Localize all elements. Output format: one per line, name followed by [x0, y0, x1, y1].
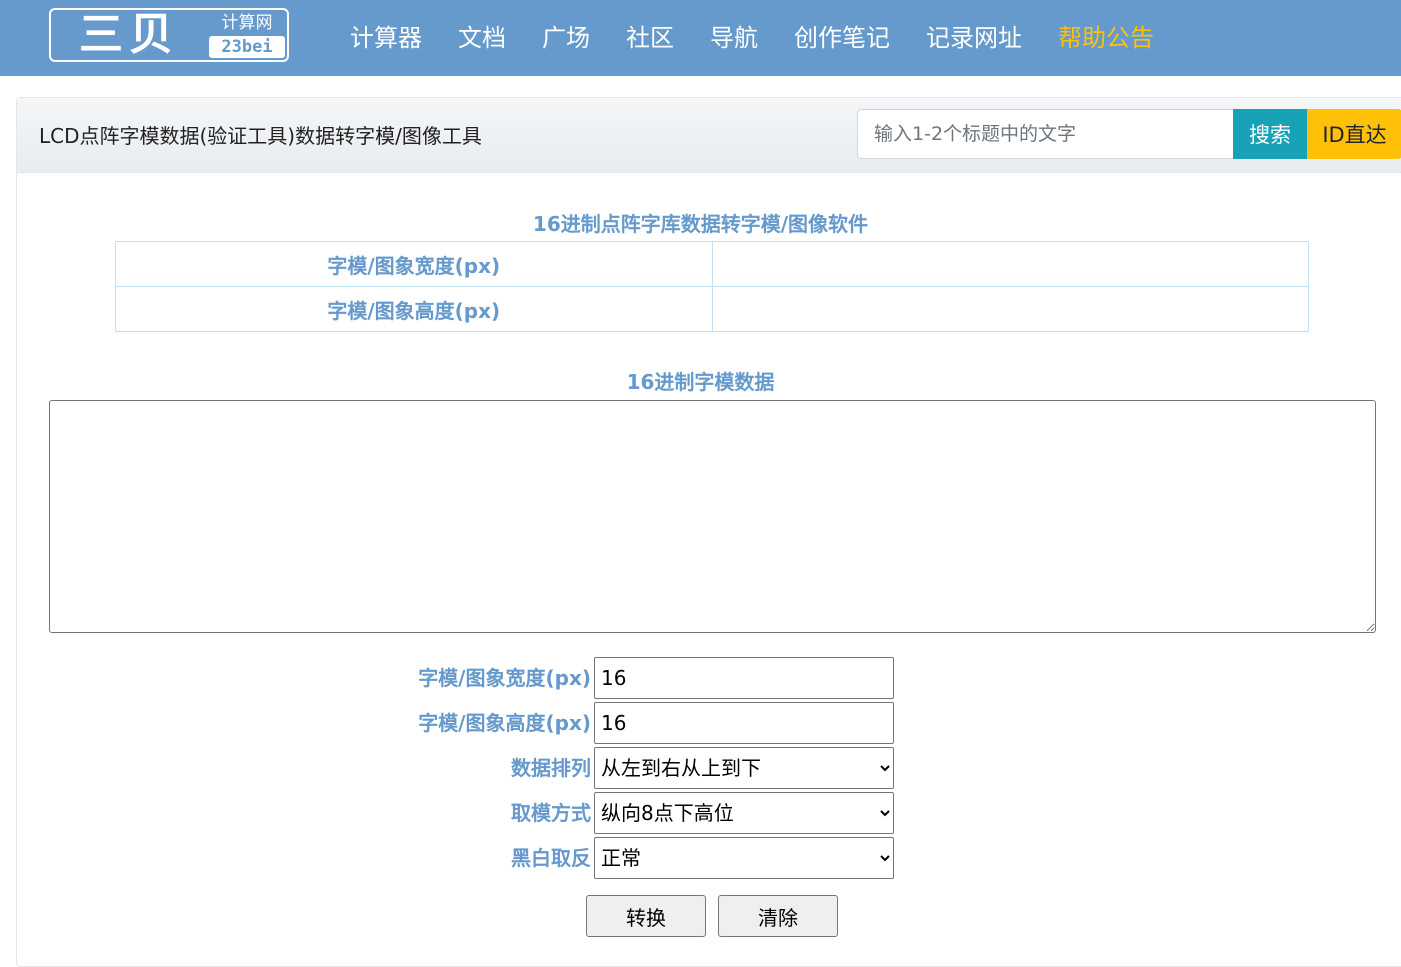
card-header: LCD点阵字模数据(验证工具)数据转字模/图像工具 搜索 ID直达 [17, 98, 1401, 173]
convert-button[interactable]: 转换 [586, 895, 706, 937]
info-width-value [711, 241, 1309, 287]
site-logo[interactable]: 三贝 计算网 23bei [49, 8, 289, 62]
nav-item-notes[interactable]: 创作笔记 [776, 0, 908, 76]
width-input[interactable] [594, 657, 894, 699]
height-input[interactable] [594, 702, 894, 744]
width-label: 字模/图象宽度(px) [418, 666, 591, 690]
nav-item-help[interactable]: 帮助公告 [1040, 0, 1172, 76]
search-input[interactable] [857, 109, 1233, 159]
info-table: 字模/图象宽度(px) 字模/图象高度(px) [115, 241, 1309, 332]
logo-top-text: 计算网 [221, 13, 273, 33]
form-row-mode: 取模方式 纵向8点下高位 [0, 792, 1401, 834]
nav-item-bookmarks[interactable]: 记录网址 [908, 0, 1040, 76]
clear-button[interactable]: 清除 [718, 895, 838, 937]
data-order-select[interactable]: 从左到右从上到下 [594, 747, 894, 789]
hex-data-textarea[interactable] [49, 400, 1376, 633]
form-row-invert: 黑白取反 正常 [0, 837, 1401, 879]
invert-label: 黑白取反 [511, 846, 591, 870]
table-row: 字模/图象宽度(px) [115, 241, 1309, 287]
nav-item-calculator[interactable]: 计算器 [332, 0, 440, 76]
info-title: 16进制点阵字库数据转字模/图像软件 [532, 212, 869, 236]
search-group: 搜索 ID直达 [857, 109, 1401, 159]
logo-main-text: 三贝 [79, 9, 179, 60]
form-row-order: 数据排列 从左到右从上到下 [0, 747, 1401, 789]
info-height-value [711, 286, 1309, 332]
mode-label: 取模方式 [511, 801, 591, 825]
logo-side: 计算网 23bei [209, 12, 285, 58]
form-row-width: 字模/图象宽度(px) [0, 657, 1401, 699]
height-label: 字模/图象高度(px) [418, 711, 591, 735]
top-navbar: 三贝 计算网 23bei 计算器 文档 广场 社区 导航 创作笔记 记录网址 帮… [0, 0, 1401, 76]
nav-item-community[interactable]: 社区 [608, 0, 692, 76]
info-width-label: 字模/图象宽度(px) [115, 241, 713, 287]
page-title: LCD点阵字模数据(验证工具)数据转字模/图像工具 [39, 124, 482, 148]
data-order-label: 数据排列 [511, 756, 591, 780]
logo-bottom-text: 23bei [209, 36, 285, 58]
nav-item-square[interactable]: 广场 [524, 0, 608, 76]
search-button[interactable]: 搜索 [1233, 109, 1307, 159]
form-row-height: 字模/图象高度(px) [0, 702, 1401, 744]
id-direct-button[interactable]: ID直达 [1307, 109, 1401, 159]
nav-item-navigation[interactable]: 导航 [692, 0, 776, 76]
info-height-label: 字模/图象高度(px) [115, 286, 713, 332]
invert-select[interactable]: 正常 [594, 837, 894, 879]
mode-select[interactable]: 纵向8点下高位 [594, 792, 894, 834]
nav-item-docs[interactable]: 文档 [440, 0, 524, 76]
table-row: 字模/图象高度(px) [115, 286, 1309, 332]
hex-data-title: 16进制字模数据 [626, 370, 775, 394]
main-nav: 计算器 文档 广场 社区 导航 创作笔记 记录网址 帮助公告 [332, 0, 1172, 76]
